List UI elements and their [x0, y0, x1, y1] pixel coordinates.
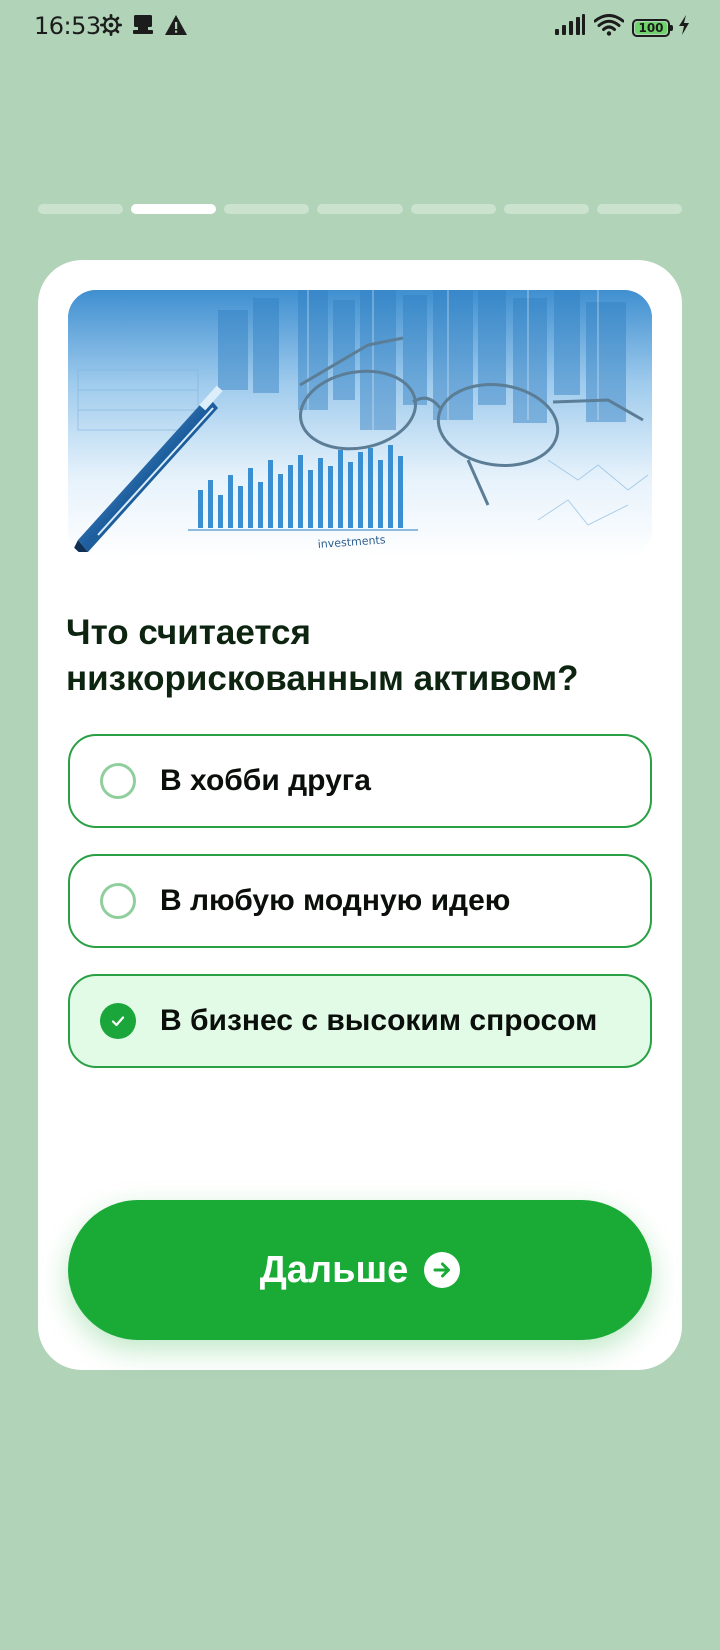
gear-icon	[100, 14, 122, 41]
signal-icon	[554, 14, 586, 41]
next-button-label: Дальше	[259, 1248, 409, 1291]
warning-icon	[164, 14, 188, 41]
progress-segment	[38, 204, 124, 214]
radio-checked-icon[interactable]	[100, 1003, 136, 1039]
answer-options: В хобби друга В любую модную идею В бизн…	[68, 734, 652, 1094]
status-time: 16:53	[34, 12, 101, 40]
answer-option-label: В хобби друга	[160, 764, 371, 797]
cast-device-icon	[131, 14, 155, 41]
radio-unchecked-icon[interactable]	[100, 883, 136, 919]
answer-option-label: В любую модную идею	[160, 884, 511, 917]
answer-option-2[interactable]: В любую модную идею	[68, 854, 652, 948]
progress-segment	[503, 204, 589, 214]
arrow-right-circle-icon	[424, 1252, 461, 1288]
answer-option-label: В бизнес с высоким спросом	[160, 1004, 598, 1037]
charging-icon	[678, 15, 690, 40]
progress-segment-active	[131, 204, 217, 214]
status-bar: 16:53 100	[0, 0, 720, 56]
question-text: Что считается низкорискованным активом?	[66, 613, 579, 698]
answer-option-1[interactable]: В хобби друга	[68, 734, 652, 828]
progress-segment	[317, 204, 403, 214]
finance-charts-glasses-pen-image: investments	[68, 290, 652, 558]
quiz-card: investments Что считается низкорискованн…	[38, 260, 682, 1370]
quiz-progress	[38, 204, 682, 214]
answer-option-3[interactable]: В бизнес с высоким спросом	[68, 974, 652, 1068]
progress-segment	[596, 204, 682, 214]
battery-level: 100	[638, 20, 664, 35]
battery-icon: 100	[632, 18, 673, 37]
progress-segment	[410, 204, 496, 214]
progress-segment	[224, 204, 310, 214]
radio-unchecked-icon[interactable]	[100, 763, 136, 799]
wifi-icon	[593, 14, 625, 41]
next-button[interactable]: Дальше	[68, 1200, 652, 1340]
